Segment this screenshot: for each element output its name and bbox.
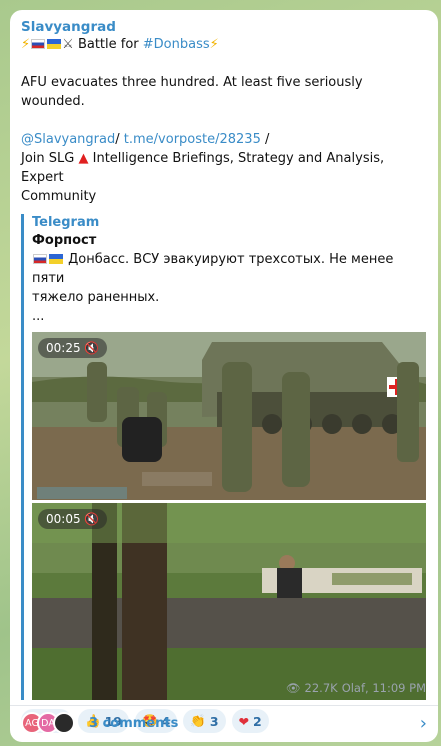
eye-icon: 👁 <box>285 681 301 695</box>
separator: / <box>115 132 120 147</box>
headline-text: Battle for <box>77 37 139 52</box>
video-1-duration: 00:25 <box>46 341 81 355</box>
join-text-2: Community <box>21 189 97 204</box>
video-2-badge: 00:05 🔇 <box>38 509 108 529</box>
lightning-icon: ⚡ <box>209 37 219 52</box>
russia-flag-icon <box>33 254 47 264</box>
video-2-frame <box>32 503 426 700</box>
russia-flag-icon <box>31 39 46 49</box>
view-count: 22.7K <box>304 681 338 695</box>
quote-ellipsis: ... <box>32 309 45 324</box>
chevron-right-icon[interactable]: › <box>420 713 427 734</box>
video-1-badge: 00:25 🔇 <box>38 338 108 358</box>
message-meta: 👁 22.7K Olaf, 11:09 PM <box>286 681 426 695</box>
quote-title: Форпост <box>32 233 97 248</box>
muted-speaker-icon[interactable]: 🔇 <box>84 512 99 526</box>
ukraine-flag-icon <box>49 254 63 264</box>
comments-bar[interactable]: AG DA 3 comments › <box>21 708 427 738</box>
message-bubble: Slavyangrad ⚡ ⚔ Battle for #Donbass⚡ AFU … <box>10 10 438 742</box>
quote-text-2: тяжело раненных. <box>32 290 160 305</box>
quote-text-1: Донбасс. ВСУ эвакуируют трехсотых. Не ме… <box>32 252 394 286</box>
crossed-swords-icon: ⚔ <box>62 37 74 52</box>
hashtag-link[interactable]: #Donbass <box>143 37 210 52</box>
quote-text: Донбасс. ВСУ эвакуируют трехсотых. Не ме… <box>32 250 427 288</box>
video-2-duration: 00:05 <box>46 512 81 526</box>
video-2[interactable]: 00:05 🔇 <box>32 503 426 700</box>
muted-speaker-icon[interactable]: 🔇 <box>84 341 99 355</box>
comments-label[interactable]: 3 comments <box>89 716 178 731</box>
ukraine-flag-icon <box>47 39 62 49</box>
join-text: Intelligence Briefings, Strategy and Ana… <box>21 151 385 185</box>
separator: / <box>265 132 270 147</box>
join-prefix: Join SLG <box>21 151 75 166</box>
source-line: @Slavyangrad/ t.me/vorposte/28235 / <box>21 130 427 149</box>
author-time: Olaf, 11:09 PM <box>341 681 426 695</box>
headline-line: ⚡ ⚔ Battle for #Donbass⚡ <box>21 35 427 54</box>
lightning-icon: ⚡ <box>21 37 31 52</box>
forwarded-quote[interactable]: Telegram Форпост Донбасс. ВСУ эвакуируют… <box>21 214 427 700</box>
video-1[interactable]: 00:25 🔇 <box>32 332 426 500</box>
source-link[interactable]: t.me/vorposte/28235 <box>124 132 261 147</box>
avatar <box>53 712 75 734</box>
quote-source: Telegram <box>32 215 100 230</box>
red-triangle-icon: ▲ <box>78 151 89 166</box>
mention-link[interactable]: @Slavyangrad <box>21 132 115 147</box>
join-line: Join SLG ▲ Intelligence Briefings, Strat… <box>21 149 427 187</box>
channel-name[interactable]: Slavyangrad <box>21 19 427 35</box>
divider <box>10 705 438 706</box>
body-text: AFU evacuates three hundred. At least fi… <box>21 75 363 109</box>
